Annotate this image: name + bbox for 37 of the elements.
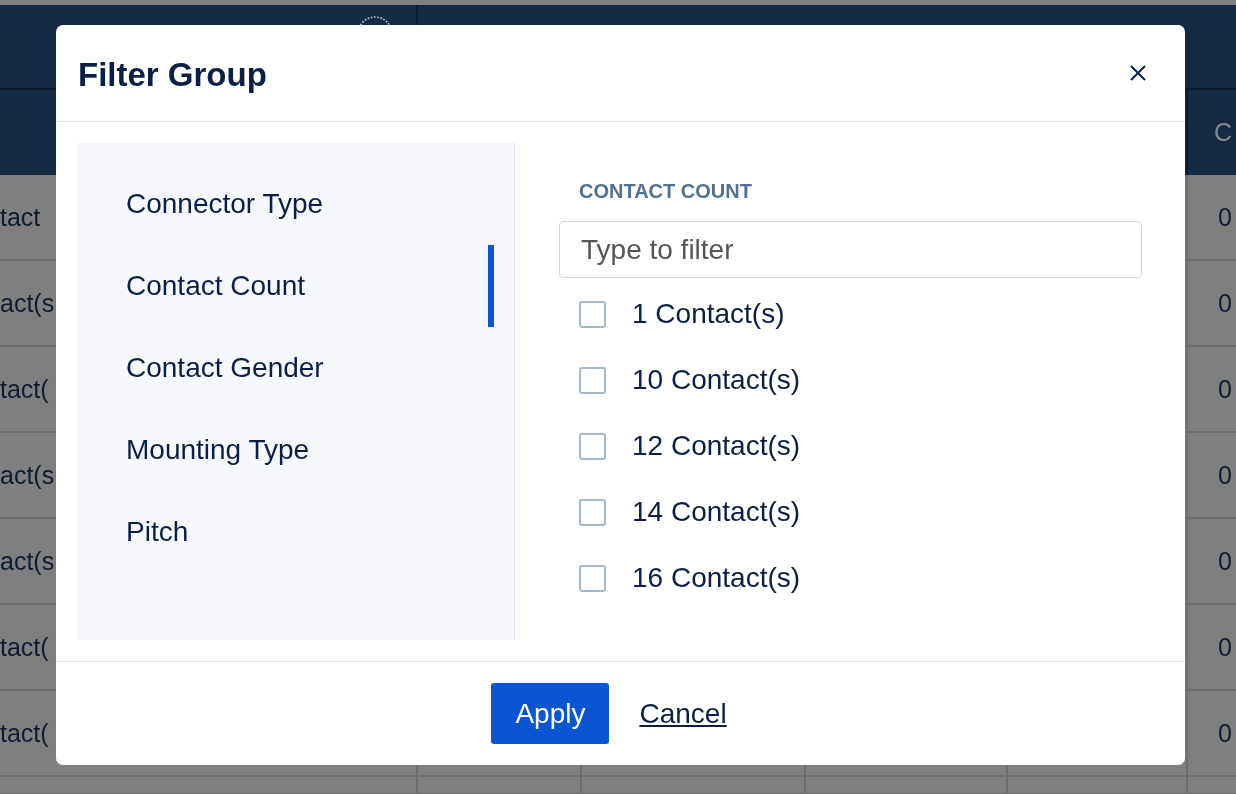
row-value-text: 0 — [1218, 290, 1232, 316]
close-button[interactable] — [1130, 65, 1146, 81]
row-label-text: act(s — [0, 548, 55, 574]
category-item[interactable]: Connector Type — [77, 163, 494, 245]
category-item[interactable]: Mounting Type — [77, 409, 494, 491]
row-value-text: 0 — [1218, 720, 1232, 746]
filter-input[interactable]: Type to filter — [559, 221, 1142, 278]
row-value-text: 0 — [1218, 204, 1232, 230]
checkbox[interactable] — [579, 300, 606, 328]
close-icon — [1130, 65, 1146, 81]
row-label-text: tact( — [0, 376, 49, 402]
row-label-text: tact — [0, 204, 41, 230]
row-label-text: tact( — [0, 634, 49, 660]
row-value-text: 0 — [1218, 548, 1232, 574]
checkbox-label: 12 Contact(s) — [632, 432, 801, 460]
checkbox-label: 16 Contact(s) — [632, 564, 801, 592]
row-value-text: 0 — [1218, 376, 1232, 402]
checkbox-label: 10 Contact(s) — [632, 366, 801, 394]
category-item[interactable]: Contact Count — [77, 245, 494, 327]
checkbox-label: 1 Contact(s) — [632, 300, 785, 328]
checkbox[interactable] — [579, 564, 606, 592]
category-item[interactable]: Pitch — [77, 491, 494, 573]
category-item[interactable]: Contact Gender — [77, 327, 494, 409]
checkbox[interactable] — [579, 366, 606, 394]
checkbox[interactable] — [579, 432, 606, 460]
checkbox-label: 14 Contact(s) — [632, 498, 801, 526]
apply-button[interactable]: Apply — [491, 683, 610, 744]
section-heading: CONTACT COUNT — [579, 179, 752, 203]
cancel-link[interactable]: Cancel — [639, 697, 727, 730]
row-value-text: 0 — [1218, 634, 1232, 660]
dialog-title: Filter Group — [78, 55, 267, 91]
row-value-text: 0 — [1218, 462, 1232, 488]
row-label-text: act(s — [0, 290, 55, 316]
row-label-text: tact( — [0, 720, 49, 746]
row-label-text: act(s — [0, 462, 55, 488]
header-text: C — [1214, 120, 1233, 145]
checkbox[interactable] — [579, 498, 606, 526]
